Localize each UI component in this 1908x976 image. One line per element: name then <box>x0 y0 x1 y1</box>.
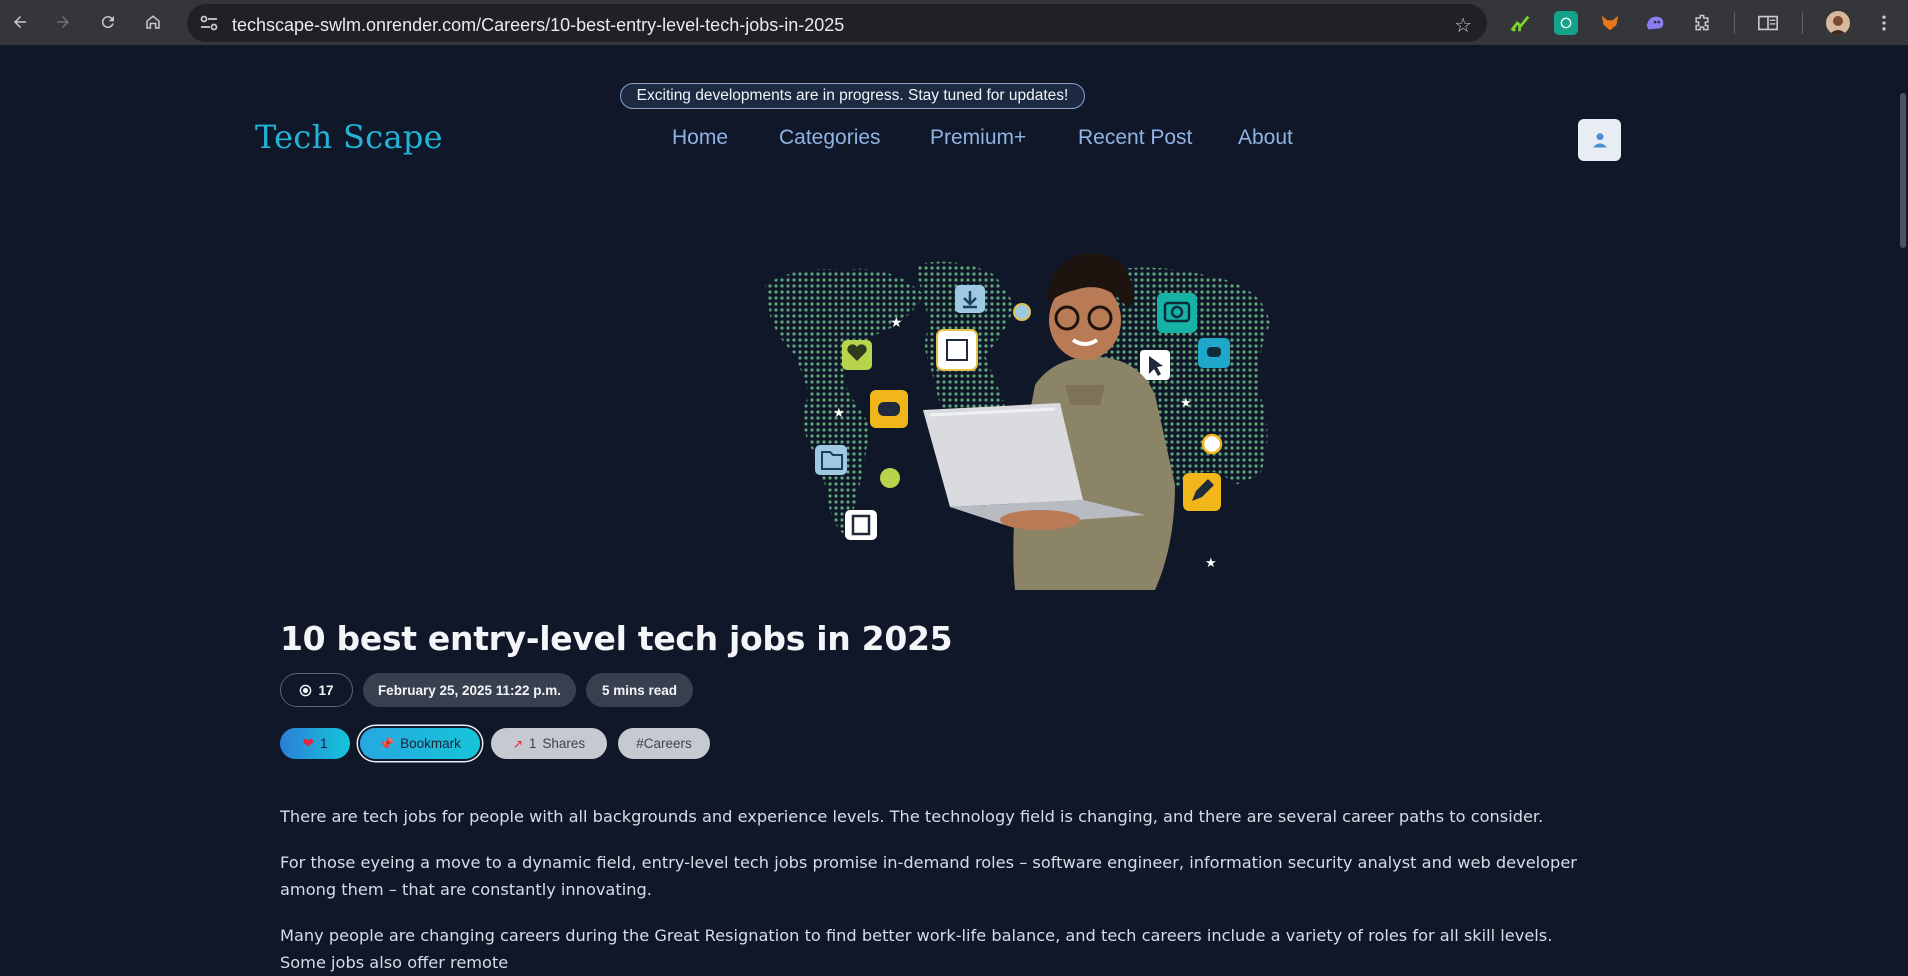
url-text[interactable]: techscape-swlm.onrender.com/Careers/10-b… <box>232 15 844 36</box>
browser-toolbar: techscape-swlm.onrender.com/Careers/10-b… <box>0 0 1908 45</box>
chart-extension-icon[interactable] <box>1508 11 1532 35</box>
announcement-banner: Exciting developments are in progress. S… <box>620 83 1085 109</box>
reload-icon[interactable] <box>96 10 120 34</box>
chatgpt-extension-icon[interactable] <box>1554 11 1578 35</box>
page: Exciting developments are in progress. S… <box>0 45 1892 972</box>
menu-kebab-icon[interactable] <box>1872 11 1896 35</box>
ghost-extension-icon[interactable] <box>1643 11 1667 35</box>
page-scrollbar[interactable] <box>1892 45 1908 955</box>
article-paragraph: Many people are changing careers during … <box>280 926 1553 972</box>
article-paragraph: There are tech jobs for people with all … <box>280 807 1544 826</box>
read-time-badge: 5 mins read <box>586 673 693 707</box>
fox-extension-icon[interactable] <box>1598 11 1622 35</box>
category-tag[interactable]: #Careers <box>618 728 710 759</box>
nav-home[interactable]: Home <box>672 126 728 150</box>
bookmark-button[interactable]: 📌 Bookmark <box>360 728 480 759</box>
share-icon: ↗ <box>512 736 523 751</box>
svg-text:★: ★ <box>890 314 903 330</box>
user-account-button[interactable] <box>1578 119 1621 161</box>
svg-text:★: ★ <box>1180 395 1192 410</box>
likes-count: 1 <box>320 736 328 751</box>
like-button[interactable]: ❤ 1 <box>280 728 350 759</box>
toolbar-separator <box>1802 12 1803 34</box>
date-badge: February 25, 2025 11:22 p.m. <box>363 673 576 707</box>
article-title: 10 best entry-level tech jobs in 2025 <box>280 619 953 658</box>
heart-icon: ❤ <box>302 735 315 751</box>
views-badge: 17 <box>280 673 353 707</box>
svg-text:★: ★ <box>1205 555 1217 570</box>
scrollbar-thumb[interactable] <box>1900 93 1906 248</box>
nav-premium[interactable]: Premium+ <box>930 126 1026 150</box>
hero-image: ★ ★ ★ ★ <box>765 253 1270 590</box>
bookmark-label: Bookmark <box>400 736 461 751</box>
reading-list-icon[interactable] <box>1756 11 1780 35</box>
nav-recent-post[interactable]: Recent Post <box>1078 126 1192 150</box>
extensions-icon[interactable] <box>1690 11 1714 35</box>
pin-icon: 📌 <box>379 736 395 751</box>
shares-count: 1 <box>528 736 537 751</box>
nav-categories[interactable]: Categories <box>779 126 881 150</box>
site-info-icon[interactable] <box>199 14 219 32</box>
svg-text:★: ★ <box>833 405 845 420</box>
views-count: 17 <box>318 682 334 698</box>
eye-icon <box>300 684 312 696</box>
article-paragraph: For those eyeing a move to a dynamic fie… <box>280 853 1577 899</box>
nav-about[interactable]: About <box>1238 126 1293 150</box>
site-logo[interactable]: Tech Scape <box>255 118 443 156</box>
profile-avatar-icon[interactable] <box>1826 11 1850 35</box>
share-button[interactable]: ↗ 1 Shares <box>491 728 607 759</box>
home-icon[interactable] <box>141 10 165 34</box>
toolbar-separator <box>1734 12 1735 34</box>
address-bar[interactable]: techscape-swlm.onrender.com/Careers/10-b… <box>187 4 1487 42</box>
back-icon[interactable] <box>8 10 32 34</box>
bookmark-star-icon[interactable]: ☆ <box>1454 13 1472 38</box>
forward-icon[interactable] <box>51 10 75 34</box>
shares-label: Shares <box>542 736 586 751</box>
user-icon <box>1592 133 1607 148</box>
